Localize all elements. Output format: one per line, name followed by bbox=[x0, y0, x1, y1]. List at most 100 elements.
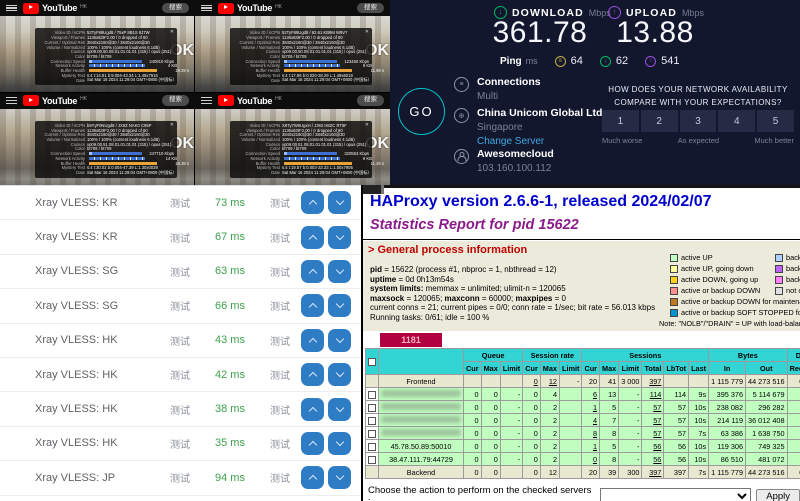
test-link[interactable]: 测试 bbox=[263, 195, 297, 210]
close-icon[interactable]: ✕ bbox=[365, 30, 369, 35]
checkbox-cell[interactable] bbox=[366, 414, 379, 427]
test-link[interactable]: 测试 bbox=[263, 470, 297, 485]
server-checkbox[interactable] bbox=[368, 430, 376, 438]
menu-icon[interactable] bbox=[6, 97, 17, 104]
move-down-button[interactable] bbox=[328, 398, 351, 421]
search-button[interactable]: 搜索 bbox=[357, 3, 384, 14]
stat-link[interactable]: 1 bbox=[582, 440, 600, 453]
checkbox-cell[interactable] bbox=[366, 440, 379, 453]
rating-button-2[interactable]: 2 bbox=[641, 110, 678, 132]
select-all-checkbox[interactable] bbox=[368, 358, 376, 366]
move-down-button[interactable] bbox=[328, 432, 351, 455]
server-checkbox[interactable] bbox=[368, 456, 376, 464]
video-area[interactable]: OK✕Video ID / sCPNX8Ty7W6UgxH / J392 H8Z… bbox=[195, 109, 390, 186]
move-up-button[interactable] bbox=[301, 363, 324, 386]
stat-link[interactable]: 6 bbox=[582, 388, 600, 401]
test-link[interactable]: 测试 bbox=[163, 298, 197, 313]
checkbox-cell[interactable] bbox=[366, 388, 379, 401]
close-icon[interactable]: ✕ bbox=[170, 123, 174, 128]
chevron-down-icon bbox=[335, 231, 343, 239]
stat-link[interactable]: 397 bbox=[642, 466, 664, 479]
test-link[interactable]: 测试 bbox=[263, 367, 297, 382]
change-server-link[interactable]: Change Server bbox=[477, 136, 602, 147]
menu-icon[interactable] bbox=[201, 97, 212, 104]
apply-button[interactable]: Apply bbox=[756, 489, 800, 501]
action-select[interactable] bbox=[600, 488, 751, 501]
test-link[interactable]: 测试 bbox=[163, 333, 197, 348]
search-button[interactable]: 搜索 bbox=[357, 95, 384, 106]
menu-icon[interactable] bbox=[6, 5, 17, 12]
video-area[interactable]: OK✕Video ID / sCPNb8YyF0NUgd8 / JX8Z NAK… bbox=[0, 109, 195, 186]
youtube-logo[interactable]: YouTubeHK bbox=[218, 3, 282, 14]
stat-link[interactable]: 114 bbox=[642, 388, 664, 401]
server-checkbox[interactable] bbox=[368, 391, 376, 399]
test-link[interactable]: 测试 bbox=[263, 402, 297, 417]
stat-link[interactable]: 0 bbox=[523, 375, 541, 388]
checkbox-cell[interactable] bbox=[366, 453, 379, 466]
move-up-button[interactable] bbox=[301, 294, 324, 317]
test-link[interactable]: 测试 bbox=[163, 264, 197, 279]
proxy-tab[interactable]: 1181 bbox=[380, 333, 442, 347]
test-link[interactable]: 测试 bbox=[163, 367, 197, 382]
server-checkbox[interactable] bbox=[368, 417, 376, 425]
test-link[interactable]: 测试 bbox=[163, 470, 197, 485]
checkbox-cell[interactable] bbox=[366, 401, 379, 414]
move-down-button[interactable] bbox=[328, 363, 351, 386]
move-down-button[interactable] bbox=[328, 294, 351, 317]
move-down-button[interactable] bbox=[328, 191, 351, 214]
test-link[interactable]: 测试 bbox=[263, 436, 297, 451]
stat-link[interactable]: 57 bbox=[642, 414, 664, 427]
youtube-logo[interactable]: YouTubeHK bbox=[218, 95, 282, 106]
move-down-button[interactable] bbox=[328, 329, 351, 352]
rating-button-5[interactable]: 5 bbox=[757, 110, 794, 132]
menu-icon[interactable] bbox=[201, 5, 212, 12]
search-button[interactable]: 搜索 bbox=[162, 95, 189, 106]
search-button[interactable]: 搜索 bbox=[162, 3, 189, 14]
stat-link[interactable]: 57 bbox=[642, 427, 664, 440]
legend-swatch bbox=[670, 254, 678, 262]
rating-button-1[interactable]: 1 bbox=[602, 110, 639, 132]
rating-button-3[interactable]: 3 bbox=[680, 110, 717, 132]
move-up-button[interactable] bbox=[301, 260, 324, 283]
test-link[interactable]: 测试 bbox=[163, 230, 197, 245]
test-link[interactable]: 测试 bbox=[163, 402, 197, 417]
stat-link[interactable]: 57 bbox=[642, 401, 664, 414]
move-up-button[interactable] bbox=[301, 466, 324, 489]
move-down-button[interactable] bbox=[328, 226, 351, 249]
stat-link[interactable]: 8 bbox=[582, 427, 600, 440]
go-button[interactable]: GO bbox=[398, 88, 445, 135]
video-area[interactable]: OK✕Video ID / sCPN52TyF69Ugd8 / 62.61 KB… bbox=[195, 16, 390, 93]
move-up-button[interactable] bbox=[301, 398, 324, 421]
server-checkbox[interactable] bbox=[368, 443, 376, 451]
move-down-button[interactable] bbox=[328, 466, 351, 489]
move-up-button[interactable] bbox=[301, 226, 324, 249]
network-activity-bar bbox=[284, 64, 340, 67]
close-icon[interactable]: ✕ bbox=[365, 123, 369, 128]
stat-link[interactable]: 56 bbox=[642, 440, 664, 453]
test-link[interactable]: 测试 bbox=[263, 264, 297, 279]
test-link[interactable]: 测试 bbox=[263, 298, 297, 313]
stat-cell: - bbox=[500, 388, 522, 401]
test-link[interactable]: 测试 bbox=[163, 195, 197, 210]
youtube-logo[interactable]: YouTubeHK bbox=[23, 95, 87, 106]
stat-link[interactable]: 397 bbox=[642, 375, 664, 388]
youtube-logo[interactable]: YouTubeHK bbox=[23, 3, 87, 14]
server-checkbox[interactable] bbox=[368, 404, 376, 412]
stat-link[interactable]: 12 bbox=[540, 375, 559, 388]
test-link[interactable]: 测试 bbox=[163, 436, 197, 451]
move-up-button[interactable] bbox=[301, 432, 324, 455]
test-link[interactable]: 测试 bbox=[263, 333, 297, 348]
stat-link[interactable]: 4 bbox=[582, 414, 600, 427]
video-area[interactable]: OK✕Video ID / sCPN52TyF69Ugd8 / 75xP 8B1… bbox=[0, 16, 195, 93]
rating-button-4[interactable]: 4 bbox=[718, 110, 755, 132]
close-icon[interactable]: ✕ bbox=[170, 30, 174, 35]
stat-link[interactable]: 1 bbox=[582, 401, 600, 414]
stat-cell: 0 bbox=[481, 401, 500, 414]
checkbox-cell[interactable] bbox=[366, 427, 379, 440]
move-down-button[interactable] bbox=[328, 260, 351, 283]
test-link[interactable]: 测试 bbox=[263, 230, 297, 245]
move-up-button[interactable] bbox=[301, 191, 324, 214]
move-up-button[interactable] bbox=[301, 329, 324, 352]
stat-link[interactable]: 56 bbox=[642, 453, 664, 466]
stat-link[interactable]: 0 bbox=[582, 453, 600, 466]
